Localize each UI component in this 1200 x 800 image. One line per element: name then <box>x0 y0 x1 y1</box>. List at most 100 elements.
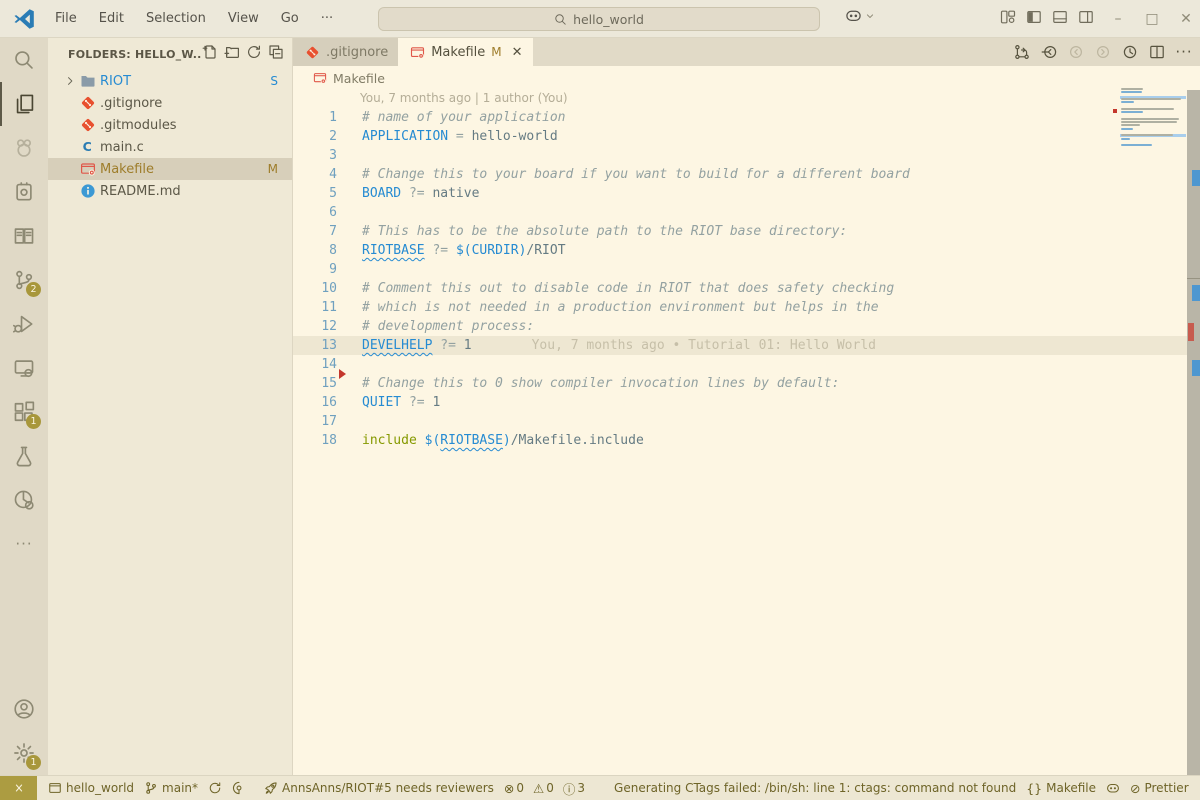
menu-item-[interactable]: ··· <box>310 7 344 30</box>
file-history-button[interactable] <box>1120 42 1140 62</box>
activity-item-dev-board[interactable] <box>0 170 48 214</box>
status-language-mode[interactable]: {}Makefile <box>1021 776 1101 800</box>
tree-item--gitignore[interactable]: .gitignore <box>48 92 292 114</box>
code-line-content: QUIET ?= 1 <box>337 393 440 412</box>
menu-item-edit[interactable]: Edit <box>88 7 135 30</box>
close-button[interactable]: ✕ <box>1173 6 1199 32</box>
svg-text:C: C <box>83 139 92 154</box>
status-formatter[interactable]: ⊘Prettier <box>1125 776 1194 800</box>
status-ctags-message[interactable]: Generating CTags failed: /bin/sh: line 1… <box>609 776 1021 800</box>
tree-item-readme-md[interactable]: README.md <box>48 180 292 202</box>
activity-bar: 2 1 ··· 1 <box>0 38 48 775</box>
status-gitlens[interactable] <box>227 776 251 800</box>
code-line-content: # Change this to your board if you want … <box>337 165 910 184</box>
minimize-button[interactable]: – <box>1105 6 1131 32</box>
refresh-button[interactable] <box>246 44 262 64</box>
tab--gitignore[interactable]: .gitignore <box>293 38 398 66</box>
maximize-button[interactable]: □ <box>1139 6 1165 32</box>
code-line-8[interactable]: 8RIOTBASE ?= $(CURDIR)/RIOT <box>293 241 1187 260</box>
status-sync[interactable] <box>203 776 227 800</box>
code-editor[interactable]: 1# name of your application2APPLICATION … <box>293 108 1187 450</box>
code-line-2[interactable]: 2APPLICATION = hello-world <box>293 127 1187 146</box>
code-line-17[interactable]: 17 <box>293 412 1187 431</box>
menu-item-go[interactable]: Go <box>270 7 310 30</box>
tab-close-icon[interactable]: ✕ <box>512 45 523 60</box>
code-line-9[interactable]: 9 <box>293 260 1187 279</box>
toggle-panel-button[interactable] <box>1052 9 1068 29</box>
activity-item-remote-explorer[interactable] <box>0 346 48 390</box>
code-token: # Comment this out to disable code in RI… <box>362 281 894 296</box>
breadcrumb-item[interactable]: Makefile <box>333 71 385 86</box>
activity-item-run-and-debug[interactable] <box>0 302 48 346</box>
code-line-12[interactable]: 12# development process: <box>293 317 1187 336</box>
activity-item-search[interactable] <box>0 38 48 82</box>
status-notifications[interactable] <box>1194 776 1200 800</box>
gitlensic-icon <box>232 781 246 795</box>
activity-item-settings[interactable]: 1 <box>0 731 48 775</box>
toggle-primary-sidebar-button[interactable] <box>1026 9 1042 29</box>
status-copilot-status[interactable] <box>1101 776 1125 800</box>
code-line-10[interactable]: 10# Comment this out to disable code in … <box>293 279 1187 298</box>
status-remote-indicator[interactable] <box>0 776 37 800</box>
breadcrumb[interactable]: Makefile <box>293 66 1200 90</box>
error-count: 0 <box>516 781 524 795</box>
tree-item-main-c[interactable]: Cmain.c <box>48 136 292 158</box>
new-file-button[interactable] <box>202 44 218 64</box>
code-line-4[interactable]: 4# Change this to your board if you want… <box>293 165 1187 184</box>
code-line-content <box>337 260 362 279</box>
infoicon-icon <box>80 183 96 199</box>
status-git-branch[interactable]: main* <box>139 776 203 800</box>
tree-item-makefile[interactable]: MakefileM <box>48 158 292 180</box>
overview-ruler[interactable] <box>1187 90 1200 775</box>
status-launchpad[interactable]: AnnsAnns/RIOT#5 needs reviewers <box>259 776 499 800</box>
activity-item-testing[interactable] <box>0 434 48 478</box>
activity-item-more[interactable]: ··· <box>0 522 48 566</box>
infoicon-icon <box>80 183 100 199</box>
activity-item-source-control[interactable]: 2 <box>0 258 48 302</box>
code-line-1[interactable]: 1# name of your application <box>293 108 1187 127</box>
tab-makefile[interactable]: MakefileM✕ <box>398 38 532 66</box>
previous-change-button[interactable] <box>1039 42 1059 62</box>
tree-item-riot[interactable]: RIOTS <box>48 70 292 92</box>
minimap-line <box>1121 101 1134 103</box>
code-line-13[interactable]: 13DEVELHELP ?= 1You, 7 months ago • Tuto… <box>293 336 1187 355</box>
menu-item-file[interactable]: File <box>44 7 88 30</box>
tree-item--gitmodules[interactable]: .gitmodules <box>48 114 292 136</box>
code-token: native <box>432 186 479 201</box>
toggle-secondary-sidebar-button[interactable] <box>1078 9 1094 29</box>
code-line-14[interactable]: 14 <box>293 355 1187 374</box>
gitlens-commit-graph-button[interactable] <box>1012 42 1032 62</box>
status-problems[interactable]: ⊗0⚠0ⓘ3 <box>499 776 595 800</box>
copilot-icon <box>845 7 862 24</box>
problems-warning: ⚠0 <box>533 781 554 796</box>
menu-item-view[interactable]: View <box>217 7 270 30</box>
more-actions-button[interactable]: ··· <box>1174 42 1194 62</box>
activity-item-extensions[interactable]: 1 <box>0 390 48 434</box>
collapse-all-button[interactable] <box>268 44 284 64</box>
customize-layout-button[interactable] <box>1000 9 1016 29</box>
activity-item-docs[interactable] <box>0 214 48 258</box>
gitlens-file-blame[interactable]: You, 7 months ago | 1 author (You) <box>360 90 568 108</box>
new-folder-button[interactable] <box>224 44 240 64</box>
status-workspace[interactable]: hello_world <box>43 776 139 800</box>
split-editor-button[interactable] <box>1147 42 1167 62</box>
code-line-3[interactable]: 3 <box>293 146 1187 165</box>
code-line-7[interactable]: 7# This has to be the absolute path to t… <box>293 222 1187 241</box>
menu-item-selection[interactable]: Selection <box>135 7 217 30</box>
warning-count: 0 <box>546 781 554 795</box>
chevron-right-icon[interactable] <box>64 75 80 87</box>
code-line-18[interactable]: 18include $(RIOTBASE)/Makefile.include <box>293 431 1187 450</box>
git-deleted-lines-marker[interactable] <box>339 369 346 379</box>
copilot-menu-button[interactable] <box>845 7 876 24</box>
activity-item-raspberry-pi[interactable] <box>0 126 48 170</box>
minimap[interactable] <box>1120 88 1184 152</box>
command-center-search[interactable]: hello_world <box>378 7 820 31</box>
code-line-6[interactable]: 6 <box>293 203 1187 222</box>
code-line-15[interactable]: 15# Change this to 0 show compiler invoc… <box>293 374 1187 393</box>
code-line-5[interactable]: 5BOARD ?= native <box>293 184 1187 203</box>
activity-item-accounts[interactable] <box>0 687 48 731</box>
activity-item-resource-monitor[interactable] <box>0 478 48 522</box>
code-line-16[interactable]: 16QUIET ?= 1 <box>293 393 1187 412</box>
activity-item-explorer[interactable] <box>0 82 48 126</box>
code-line-11[interactable]: 11# which is not needed in a production … <box>293 298 1187 317</box>
